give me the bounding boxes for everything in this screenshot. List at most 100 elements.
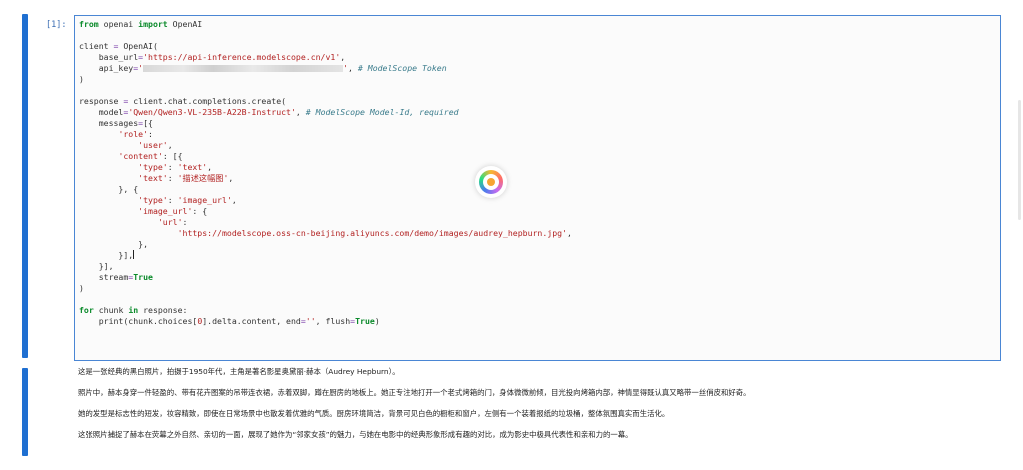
output-paragraph: 照片中，赫本身穿一件轻盈的、带有花卉图案的吊带连衣裙，赤着双脚，蹲在厨房的地板上…: [78, 388, 751, 397]
code-token: :: [167, 195, 178, 205]
code-line: ): [79, 74, 84, 84]
code-line: model='Qwen/Qwen3-VL-235B-A22B-Instruct'…: [79, 107, 459, 117]
code-token: stream: [79, 272, 129, 282]
code-token: OpenAI: [167, 19, 203, 29]
code-token: ,: [228, 173, 234, 183]
code-token: import: [138, 19, 168, 29]
code-line: for chunk in response:: [79, 305, 187, 315]
output-paragraph: 她的发型是标志性的短发，妆容精致，即使在日常场景中也散发着优雅的气质。厨房环境简…: [78, 409, 670, 418]
code-token: openai: [98, 19, 139, 29]
code-token: 'url': [157, 217, 183, 227]
code-token: :: [167, 162, 178, 172]
code-token: '描述这幅图': [177, 173, 229, 183]
code-token: 'https://api-inference.modelscope.cn/v1': [143, 52, 341, 62]
code-token: response:: [138, 305, 188, 315]
code-token: 'user': [138, 140, 168, 150]
code-token: 'Qwen/Qwen3-VL-235B-A22B-Instruct': [128, 107, 296, 117]
code-token: # ModelScope Token: [357, 63, 447, 73]
text-cursor: [133, 250, 135, 259]
code-token: ,: [207, 162, 213, 172]
code-token: True: [133, 272, 153, 282]
code-token: : [{: [162, 151, 183, 161]
code-token: '': [305, 316, 316, 326]
code-line: 'type': 'text',: [79, 162, 212, 172]
code-token: 'text': [177, 162, 208, 172]
code-token: [{: [143, 118, 153, 128]
code-token: ): [374, 316, 380, 326]
code-token: api_key: [79, 63, 134, 73]
code-token: ,: [348, 63, 358, 73]
code-line: },: [79, 239, 148, 249]
code-token: :: [148, 129, 153, 139]
code-line: client = OpenAI(: [79, 41, 158, 51]
code-token: ): [79, 74, 84, 84]
code-token: 'https://modelscope.oss-cn-beijing.aliyu…: [177, 228, 568, 238]
output-paragraph: 这是一张经典的黑白照片，拍摄于1950年代，主角是著名影星奥黛丽·赫本（Audr…: [78, 367, 400, 376]
code-token: : {: [192, 206, 208, 216]
code-line: 'user',: [79, 140, 173, 150]
code-line: ): [79, 283, 84, 293]
code-token: 'image_url': [138, 206, 193, 216]
code-token: , flush: [315, 316, 351, 326]
code-token: 'type': [138, 195, 168, 205]
cell-output-collapse-bar[interactable]: [22, 368, 28, 456]
cell-output: 这是一张经典的黑白照片，拍摄于1950年代，主角是著名影星奥黛丽·赫本（Audr…: [78, 365, 1008, 445]
code-line: 'content': [{: [79, 151, 183, 161]
code-line: print(chunk.choices[0].delta.content, en…: [79, 316, 380, 326]
code-line: response = client.chat.completions.creat…: [79, 96, 286, 106]
code-token: 'text': [138, 173, 168, 183]
code-line: from openai import OpenAI: [79, 19, 202, 29]
code-token: }, {: [79, 184, 139, 194]
code-token: client: [79, 41, 114, 51]
code-token: 'type': [138, 162, 168, 172]
code-token: 'image_url': [177, 195, 232, 205]
code-line: 'image_url': {: [79, 206, 207, 216]
code-token: True: [355, 316, 375, 326]
code-token: ].delta.content, end: [202, 316, 301, 326]
code-token: }],: [79, 261, 114, 271]
code-line: stream=True: [79, 272, 153, 282]
code-content[interactable]: from openai import OpenAI client = OpenA…: [75, 16, 1000, 327]
code-token: ,: [340, 52, 346, 62]
code-token: :: [182, 217, 188, 227]
code-token: client.chat.completions.create(: [128, 96, 287, 106]
code-token: chunk: [93, 305, 129, 315]
code-line: base_url='https://api-inference.modelsco…: [79, 52, 346, 62]
redacted-api-key: [143, 65, 344, 72]
code-token: model: [79, 107, 124, 117]
output-paragraph: 这张照片捕捉了赫本在荧幕之外自然、亲切的一面，展现了她作为“邻家女孩”的魅力，与…: [78, 430, 633, 439]
code-line: }],: [79, 261, 114, 271]
code-cell-editor[interactable]: from openai import OpenAI client = OpenA…: [74, 15, 1001, 361]
code-line: }, {: [79, 184, 138, 194]
code-token: messages: [79, 118, 139, 128]
code-line: 'role':: [79, 129, 153, 139]
code-line: }],: [79, 250, 135, 260]
code-token: base_url: [79, 52, 139, 62]
code-token: ): [79, 283, 84, 293]
code-token: from: [79, 19, 99, 29]
code-token: ,: [167, 140, 173, 150]
code-token: OpenAI(: [118, 41, 158, 51]
code-line: messages=[{: [79, 118, 153, 128]
code-line: api_key=' ', # ModelScope Token: [79, 63, 447, 73]
code-token: 'content': [118, 151, 163, 161]
code-token: 'role': [118, 129, 149, 139]
code-token: ,: [567, 228, 572, 238]
cell-input-collapse-bar[interactable]: [22, 14, 28, 358]
code-token: ,: [295, 107, 306, 117]
execution-count-prompt: [1]:: [46, 20, 67, 30]
code-token: # ModelScope Model-Id, required: [305, 107, 459, 117]
code-token: print(chunk.choices[: [79, 316, 198, 326]
code-token: },: [79, 239, 149, 249]
code-line: 'https://modelscope.oss-cn-beijing.aliyu…: [79, 228, 572, 238]
scrollbar-thumb[interactable]: [1018, 100, 1021, 220]
code-line: 'type': 'image_url',: [79, 195, 237, 205]
